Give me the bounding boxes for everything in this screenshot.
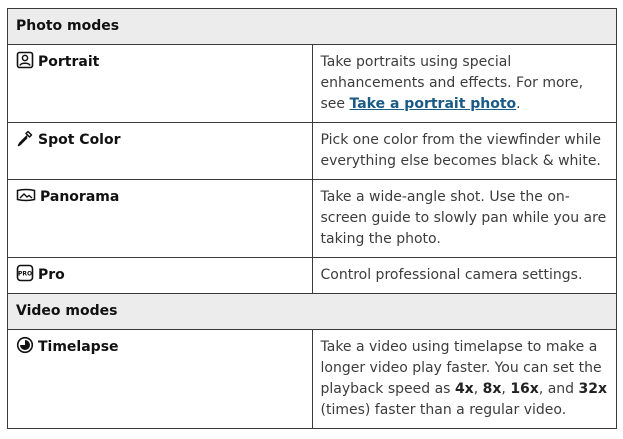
desc-text: (times) faster than a regular video. [320,402,567,418]
timelapse-icon [16,336,34,354]
speed-32x: 32x [578,381,608,397]
section-row-photo: Photo modes [7,8,617,45]
mode-name-cell: Timelapse [7,329,313,429]
desc-end: . [516,96,521,112]
mode-description: Take a video using timelapse to make a l… [311,329,617,429]
mode-name-cell: Portrait [7,44,313,123]
section-row-video: Video modes [7,293,617,330]
svg-text:PRO: PRO [18,271,32,278]
speed-8x: 8x [482,381,502,397]
table-row: PRO Pro Control professional camera sett… [7,257,617,294]
desc-sep: , [473,381,483,397]
mode-name-label: Pro [38,267,65,283]
table-row: Portrait Take portraits using special en… [7,44,617,123]
mode-description: Control professional camera settings. [311,257,617,294]
mode-name-label: Spot Color [38,132,121,148]
desc-sep: , and [538,381,579,397]
speed-4x: 4x [454,381,474,397]
mode-description: Pick one color from the viewfinder while… [311,122,617,180]
camera-modes-table: Photo modes Portrait Take portraits usin… [7,8,617,429]
table-row: Panorama Take a wide-angle shot. Use the… [7,179,617,258]
mode-description: Take a wide-angle shot. Use the on-scree… [311,179,617,258]
portrait-photo-link[interactable]: Take a portrait photo [349,96,516,112]
table-row: Timelapse Take a video using timelapse t… [7,329,617,429]
table-row: Spot Color Pick one color from the viewf… [7,122,617,180]
pro-icon: PRO [16,264,34,282]
speed-16x: 16x [510,381,539,397]
portrait-icon [16,51,34,69]
panorama-icon [16,188,36,202]
eyedropper-icon [17,130,33,147]
mode-name-label: Timelapse [38,339,119,355]
mode-name-cell: PRO Pro [7,257,313,294]
mode-name-cell: Spot Color [7,122,313,180]
mode-name-label: Panorama [40,189,120,205]
desc-sep: , [501,381,511,397]
section-title-video: Video modes [7,293,617,330]
mode-description: Take portraits using special enhancement… [311,44,617,123]
mode-name-cell: Panorama [7,179,313,258]
section-title-photo: Photo modes [7,8,617,45]
mode-name-label: Portrait [38,54,100,70]
